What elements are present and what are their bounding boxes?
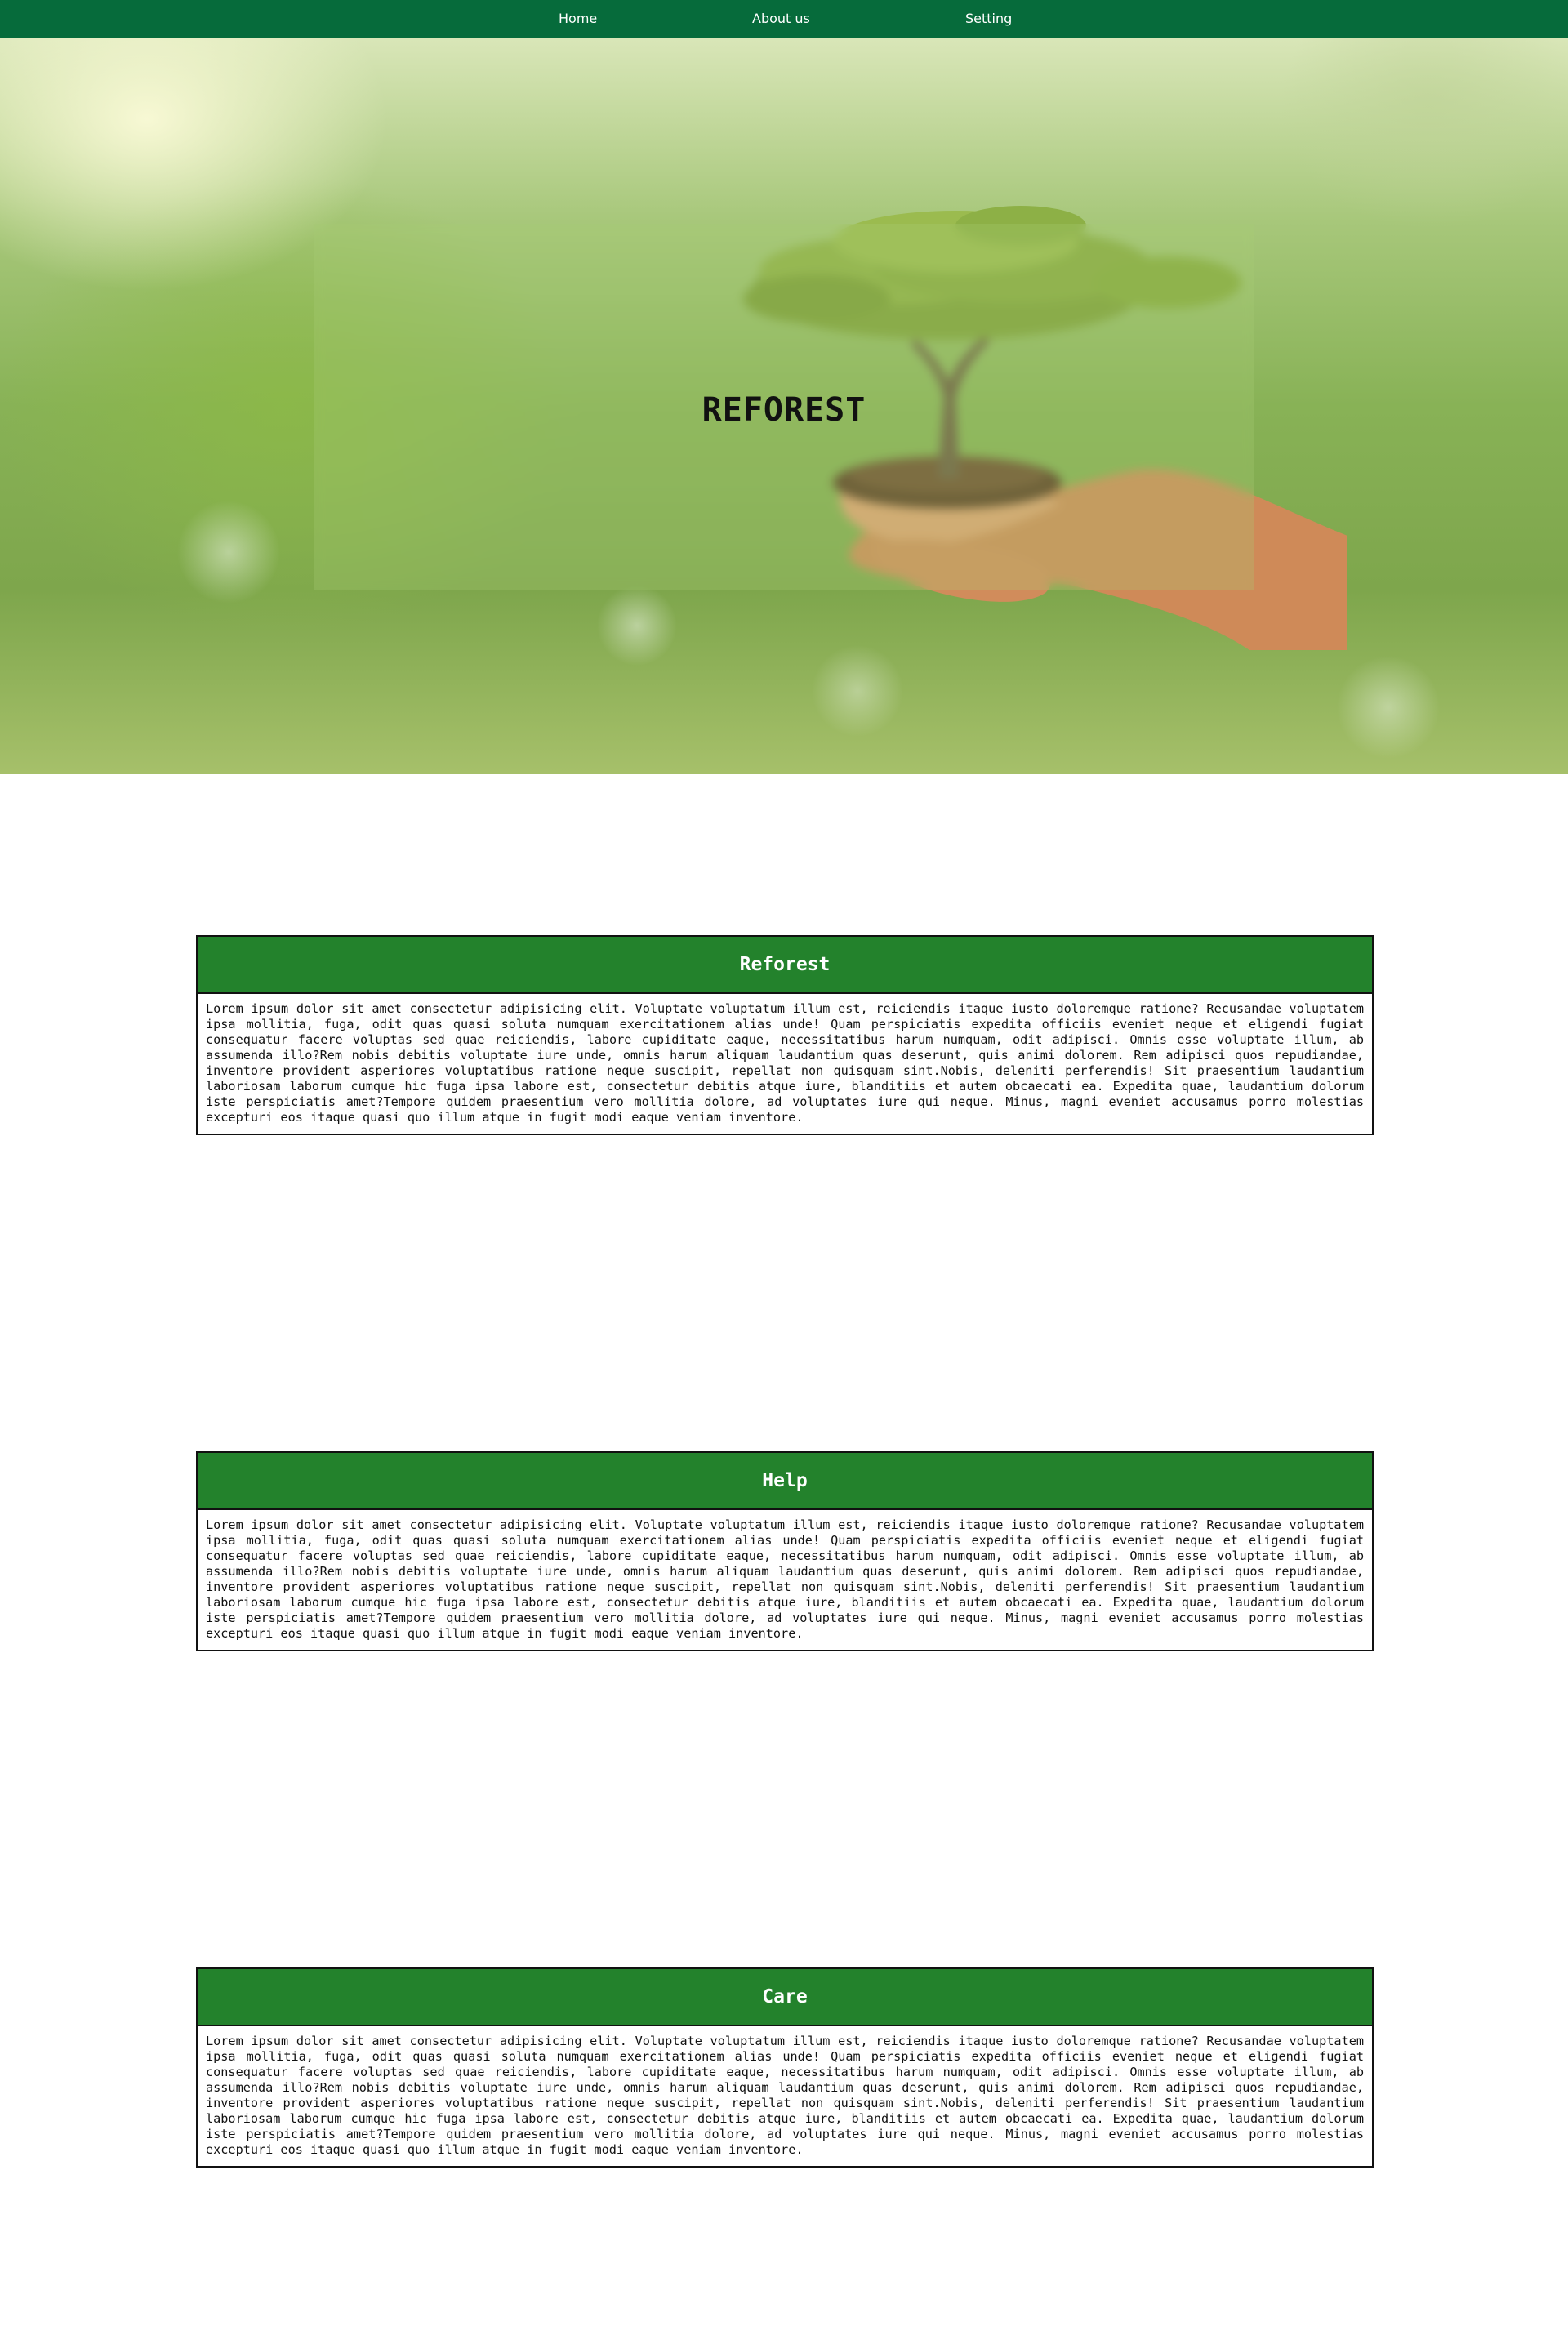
section-title: Reforest [198, 937, 1372, 994]
section-care: Care Lorem ipsum dolor sit amet consecte… [196, 1967, 1374, 2168]
top-navbar: Home About us Setting [0, 0, 1568, 38]
hero-glass-panel: REFOREST [314, 224, 1254, 590]
section-title: Help [198, 1453, 1372, 1510]
section-body-text: Lorem ipsum dolor sit amet consectetur a… [206, 2034, 1364, 2157]
nav-link-setting[interactable]: Setting [965, 0, 1012, 38]
section-title: Care [198, 1969, 1372, 2026]
hero-title: REFOREST [702, 390, 866, 429]
hero-banner: REFOREST [0, 38, 1568, 774]
nav-link-about-us[interactable]: About us [752, 0, 810, 38]
nav-link-home[interactable]: Home [559, 0, 597, 38]
section-body-text: Lorem ipsum dolor sit amet consectetur a… [206, 1001, 1364, 1125]
section-body-text: Lorem ipsum dolor sit amet consectetur a… [206, 1517, 1364, 1641]
section-help: Help Lorem ipsum dolor sit amet consecte… [196, 1451, 1374, 1651]
section-reforest: Reforest Lorem ipsum dolor sit amet cons… [196, 935, 1374, 1135]
